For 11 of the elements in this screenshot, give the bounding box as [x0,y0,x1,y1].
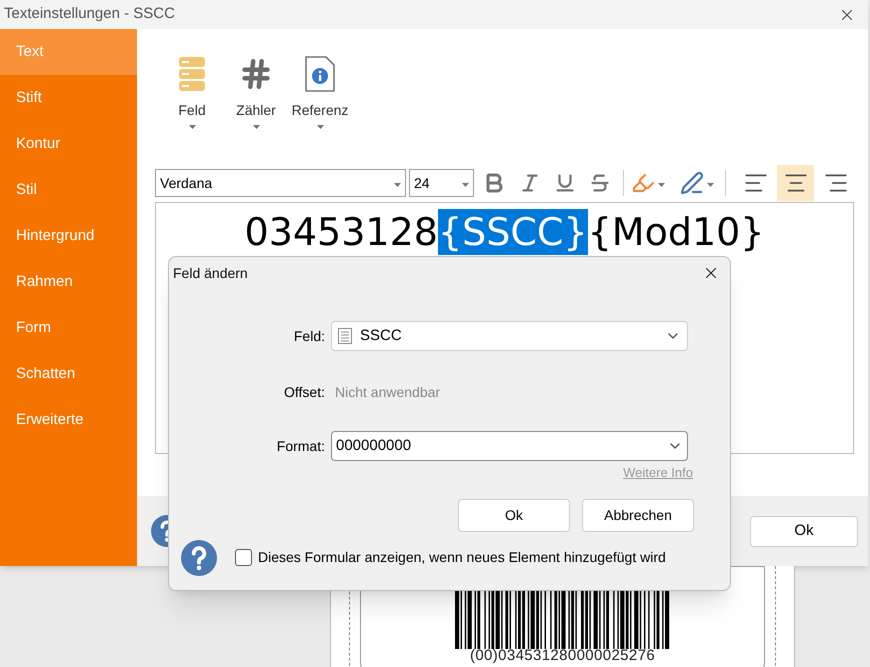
offset-value: Nicht anwendbar [335,382,440,402]
dialog-title: Feld ändern [173,264,248,282]
editor-text: 03453128 [244,209,438,255]
editor-text: {Mod10} [588,209,764,255]
selected-text: {SSCC} [438,209,588,255]
checkbox-label: Dieses Formular anzeigen, wenn neues Element hinzugefügt wird [258,548,666,567]
offset-label: Offset: [283,382,326,402]
window-title: Texteinstellungen - SSCC [4,4,175,24]
field-label: Feld: [292,326,326,346]
barcode-number: (00)034531280000025276 [470,649,656,663]
format-label: Format: [276,436,326,456]
